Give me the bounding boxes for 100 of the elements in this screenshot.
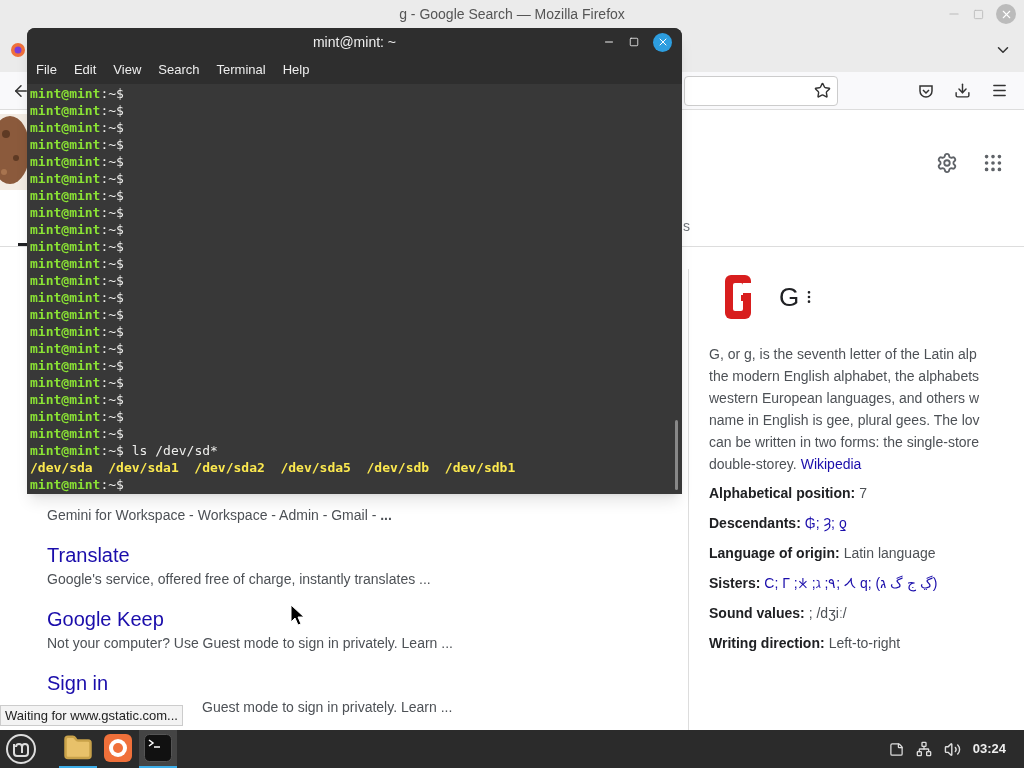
- terminal-icon: [144, 734, 172, 762]
- prompt-user: mint@mint: [30, 289, 101, 306]
- prompt-user: mint@mint: [30, 221, 101, 238]
- prompt-user: mint@mint: [30, 340, 101, 357]
- prompt-path: :~$: [100, 357, 124, 374]
- prompt-path: :~$: [100, 306, 124, 323]
- output-text: /dev/sda2: [194, 459, 265, 476]
- menu-item[interactable]: View: [108, 60, 147, 80]
- output-text: /dev/sdb: [366, 459, 430, 476]
- menu-icon[interactable]: [991, 82, 1008, 99]
- prompt-user: mint@mint: [30, 425, 101, 442]
- settings-icon[interactable]: [936, 152, 958, 174]
- mint-logo-icon[interactable]: [5, 733, 37, 765]
- fact-value: ; /dʒiː/: [808, 604, 847, 623]
- prompt-user: mint@mint: [30, 204, 101, 221]
- menu-item[interactable]: Terminal: [211, 60, 271, 80]
- prompt-path: :~$: [100, 255, 124, 272]
- prompt-user: mint@mint: [30, 255, 101, 272]
- prompt-user: mint@mint: [30, 442, 101, 459]
- prompt-user: mint@mint: [30, 357, 101, 374]
- result-snippet: Gemini for Workspace - Workspace - Admin - Gmail - ...: [47, 506, 392, 525]
- volume-icon[interactable]: [943, 740, 961, 758]
- menu-item[interactable]: Search: [153, 60, 205, 80]
- prompt-user: mint@mint: [30, 323, 101, 340]
- menu-item[interactable]: File: [31, 60, 62, 80]
- prompt-user: mint@mint: [30, 476, 101, 493]
- result-snippet: Guest mode to sign in privately. Learn ...: [202, 698, 453, 717]
- result-link[interactable]: Translate: [47, 542, 130, 568]
- prompt-path: :~$: [100, 340, 124, 357]
- taskbar-app[interactable]: [139, 730, 177, 768]
- fact-link[interactable]: C; Γ ;𐠂 ;ℷ ;𐡂 ;٩ q; (ڲ ج گ ג): [764, 573, 938, 593]
- address-field[interactable]: [684, 75, 838, 106]
- fact-value: 7: [859, 484, 868, 503]
- prompt-path: :~$: [100, 187, 124, 204]
- prompt-user: mint@mint: [30, 136, 101, 153]
- prompt-user: mint@mint: [30, 238, 101, 255]
- prompt-user: mint@mint: [30, 102, 101, 119]
- clock[interactable]: 03:24: [972, 739, 1006, 759]
- fact-label: Alphabetical position:: [709, 484, 856, 503]
- result-link[interactable]: Google Keep: [47, 606, 164, 632]
- download-icon[interactable]: [954, 82, 971, 99]
- prompt-path: :~$: [100, 323, 124, 340]
- fact-label: Sisters:: [709, 574, 761, 593]
- window-title: mint@mint: ~: [312, 32, 397, 52]
- source-link[interactable]: Wikipedia: [800, 453, 862, 475]
- prompt-path: :~$: [100, 425, 124, 442]
- output-text: /dev/sdb1: [444, 459, 516, 476]
- prompt-path: :~$: [100, 408, 124, 425]
- prompt-user: mint@mint: [30, 85, 101, 102]
- prompt-user: mint@mint: [30, 153, 101, 170]
- apps-grid-icon[interactable]: [982, 152, 1004, 174]
- output-text: /dev/sda5: [280, 459, 351, 476]
- window-title: g - Google Search — Mozilla Firefox: [399, 4, 625, 24]
- fact-label: Language of origin:: [709, 544, 840, 563]
- status-text: Waiting for www.gstatic.com...: [0, 705, 183, 726]
- result-link[interactable]: Sign in: [47, 670, 109, 696]
- prompt-path: :~$: [100, 204, 124, 221]
- prompt-path: :~$: [100, 221, 124, 238]
- prompt-path: :~$: [100, 476, 124, 493]
- fact-link[interactable]: ₲; Ȝ; ƍ: [804, 513, 847, 533]
- menu-item[interactable]: Help: [277, 60, 315, 80]
- prompt-user: mint@mint: [30, 119, 101, 136]
- prompt-user: mint@mint: [30, 170, 101, 187]
- entity-title: G: [779, 280, 800, 314]
- fact-label: Writing direction:: [709, 634, 825, 653]
- description-text: G, or g, is the seventh letter of the Latin alp: [709, 345, 978, 364]
- scrollbar[interactable]: [675, 420, 678, 490]
- pocket-icon[interactable]: [918, 82, 934, 99]
- prompt-user: mint@mint: [30, 187, 101, 204]
- prompt-path: :~$: [100, 289, 124, 306]
- tab-label[interactable]: s: [683, 216, 690, 237]
- prompt-path: :~$: [100, 85, 124, 102]
- menu-item[interactable]: Edit: [68, 60, 102, 80]
- description-text: name in English is gee, plural gees. The lov: [709, 411, 981, 430]
- notes-icon[interactable]: [888, 741, 904, 757]
- prompt-user: mint@mint: [30, 391, 101, 408]
- fact-label: Descendants:: [709, 514, 801, 533]
- prompt-path: :~$: [100, 238, 124, 255]
- browser-icon[interactable]: [10, 42, 26, 58]
- description-text: the modern English alphabet, the alphabets: [709, 367, 981, 386]
- description-text: can be written in two forms: the single-store: [709, 433, 980, 452]
- description-text: western European languages, and others w: [709, 389, 981, 408]
- prompt-path: :~$: [100, 272, 124, 289]
- prompt-path: :~$: [100, 102, 124, 119]
- prompt-path: :~$: [100, 374, 124, 391]
- output-text: /dev/sda: [30, 459, 93, 476]
- prompt-path: :~$: [100, 136, 124, 153]
- prompt-path: :~$: [100, 442, 124, 459]
- network-icon[interactable]: [915, 741, 932, 757]
- prompt-user: mint@mint: [30, 374, 101, 391]
- prompt-path: :~$: [100, 170, 124, 187]
- prompt-path: :~$: [100, 119, 124, 136]
- close-button[interactable]: [653, 32, 672, 52]
- mouse-pointer-icon: [290, 604, 306, 626]
- description-text: double-storey.: [709, 455, 797, 474]
- result-snippet: Google's service, offered free of charge, instantly translates ...: [47, 570, 431, 589]
- bookmark-star-icon[interactable]: [814, 82, 831, 99]
- fact-label: Sound values:: [709, 604, 805, 623]
- output-text: /dev/sda1: [108, 459, 179, 476]
- command-text: ls /dev/sd*: [130, 442, 218, 459]
